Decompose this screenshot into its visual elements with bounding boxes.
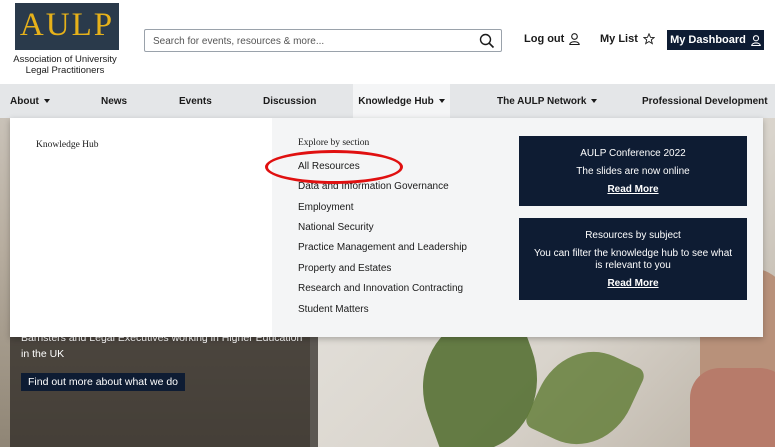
knowledge-hub-dropdown: Knowledge Hub Explore by section All Res… (10, 118, 763, 337)
my-dashboard-button[interactable]: My Dashboard (667, 30, 764, 50)
menu-link-property-estates[interactable]: Property and Estates (298, 263, 391, 274)
nav-about[interactable]: About (10, 84, 50, 118)
menu-link-student-matters[interactable]: Student Matters (298, 304, 369, 315)
nav-events[interactable]: Events (179, 84, 212, 118)
main-nav: About News Events Discussion Knowledge H… (0, 84, 775, 118)
nav-knowledge-hub-label: Knowledge Hub (358, 95, 434, 107)
promo-resources-by-subject: Resources by subject You can filter the … (519, 218, 747, 300)
nav-about-label: About (10, 95, 39, 107)
logo-text: AULP (19, 7, 115, 43)
nav-news[interactable]: News (101, 84, 127, 118)
promo-title: AULP Conference 2022 (580, 148, 686, 159)
nav-events-label: Events (179, 95, 212, 107)
dropdown-left-panel: Knowledge Hub (10, 118, 272, 337)
nav-professional-development[interactable]: Professional Development (642, 84, 768, 118)
logout-button[interactable]: Log out (524, 33, 581, 45)
promo-title: Resources by subject (585, 230, 681, 241)
user-icon (569, 33, 581, 45)
search-box (144, 29, 502, 52)
explore-section-title: Explore by section (298, 138, 370, 148)
nav-knowledge-hub[interactable]: Knowledge Hub (353, 84, 450, 118)
aulp-logo[interactable]: AULP (15, 3, 119, 50)
promo-conference: AULP Conference 2022 The slides are now … (519, 136, 747, 206)
menu-link-national-security[interactable]: National Security (298, 222, 374, 233)
promo-body: The slides are now online (576, 166, 690, 177)
user-icon (751, 34, 761, 46)
menu-link-practice-management[interactable]: Practice Management and Leadership (298, 242, 467, 253)
read-more-link[interactable]: Read More (519, 184, 747, 196)
star-icon (642, 33, 655, 45)
my-list-label: My List (600, 33, 638, 45)
read-more-link[interactable]: Read More (533, 278, 733, 290)
logout-label: Log out (524, 33, 565, 45)
chevron-down-icon (43, 99, 50, 103)
highlight-annotation-ellipse (265, 150, 403, 184)
chevron-down-icon (438, 99, 445, 103)
nav-aulp-network[interactable]: The AULP Network (497, 84, 598, 118)
menu-link-research-contracting[interactable]: Research and Innovation Contracting (298, 283, 463, 294)
menu-link-employment[interactable]: Employment (298, 202, 354, 213)
my-list-button[interactable]: My List (600, 33, 655, 45)
nav-discussion[interactable]: Discussion (263, 84, 316, 118)
find-out-more-button[interactable]: Find out more about what we do (21, 373, 186, 391)
nav-professional-development-label: Professional Development (642, 95, 768, 107)
promo-body: You can filter the knowledge hub to see … (533, 248, 733, 271)
person-shirt (690, 368, 775, 447)
search-icon[interactable] (479, 33, 495, 49)
my-dashboard-label: My Dashboard (670, 34, 746, 46)
search-input[interactable] (153, 34, 473, 48)
logo-caption: Association of University Legal Practiti… (13, 54, 117, 76)
nav-discussion-label: Discussion (263, 95, 317, 107)
site-header: AULP Association of University Legal Pra… (0, 0, 775, 84)
chevron-down-icon (591, 99, 598, 103)
nav-aulp-network-label: The AULP Network (497, 95, 587, 107)
nav-news-label: News (101, 95, 128, 107)
dropdown-title: Knowledge Hub (36, 140, 99, 150)
